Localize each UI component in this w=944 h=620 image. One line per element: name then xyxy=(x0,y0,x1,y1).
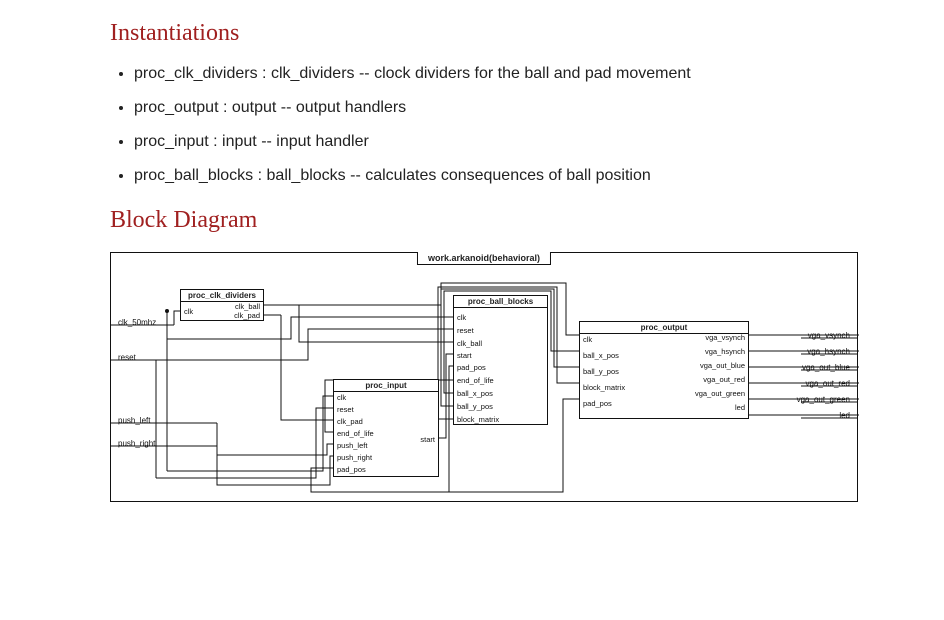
block-title: proc_clk_dividers xyxy=(181,290,263,302)
block-output: proc_output clk ball_x_pos ball_y_pos bl… xyxy=(579,321,749,419)
ext-out-green: vga_out_green xyxy=(797,393,850,404)
ext-in-reset: reset xyxy=(118,351,136,362)
ext-out-red: vga_out_red xyxy=(806,377,850,388)
port-in: end_of_life xyxy=(457,377,494,385)
port-out: vga_out_blue xyxy=(700,362,745,370)
diagram-title: work.arkanoid(behavioral) xyxy=(417,252,551,265)
block-input: proc_input clk reset clk_pad end_of_life… xyxy=(333,379,439,477)
port-in: clk xyxy=(457,314,466,322)
port-out: vga_vsynch xyxy=(705,334,745,342)
port-out: vga_out_red xyxy=(703,376,745,384)
port-in: clk xyxy=(184,308,193,316)
port-in: clk xyxy=(337,394,346,402)
port-in: ball_x_pos xyxy=(457,390,493,398)
block-title: proc_input xyxy=(334,380,438,392)
port-in: clk_ball xyxy=(457,340,482,348)
port-in: block_matrix xyxy=(457,416,499,424)
ext-in-clk50: clk_50mhz xyxy=(118,316,156,327)
list-item: proc_output : output -- output handlers xyxy=(134,99,944,117)
list-item: proc_ball_blocks : ball_blocks -- calcul… xyxy=(134,167,944,185)
port-in: start xyxy=(457,352,472,360)
block-clk-dividers: proc_clk_dividers clk clk_ball clk_pad xyxy=(180,289,264,321)
port-in: clk xyxy=(583,336,592,344)
ext-in-pushleft: push_left xyxy=(118,414,150,425)
port-in: reset xyxy=(337,406,354,414)
heading-instantiations: Instantiations xyxy=(110,20,944,47)
port-in: block_matrix xyxy=(583,384,625,392)
port-out: vga_hsynch xyxy=(705,348,745,356)
block-ball-blocks: proc_ball_blocks clk reset clk_ball star… xyxy=(453,295,548,425)
port-out: start xyxy=(420,436,435,444)
port-in: pad_pos xyxy=(583,400,612,408)
port-in: pad_pos xyxy=(337,466,366,474)
port-out: clk_pad xyxy=(234,312,260,320)
page-root: Instantiations proc_clk_dividers : clk_d… xyxy=(0,0,944,502)
ext-out-hsynch: vga_hsynch xyxy=(807,345,850,356)
ext-in-pushright: push_right xyxy=(118,437,155,448)
instantiations-list: proc_clk_dividers : clk_dividers -- cloc… xyxy=(134,65,944,185)
port-out: led xyxy=(735,404,745,412)
port-in: ball_y_pos xyxy=(583,368,619,376)
port-in: pad_pos xyxy=(457,364,486,372)
port-in: push_right xyxy=(337,454,372,462)
list-item: proc_input : input -- input handler xyxy=(134,133,944,151)
list-item: proc_clk_dividers : clk_dividers -- cloc… xyxy=(134,65,944,83)
ext-out-blue: vga_out_blue xyxy=(802,361,850,372)
port-out: clk_ball xyxy=(235,303,260,311)
port-out: vga_out_green xyxy=(695,390,745,398)
ext-out-vsynch: vga_vsynch xyxy=(808,329,850,340)
port-in: ball_y_pos xyxy=(457,403,493,411)
diagram-outer: work.arkanoid(behavioral) clk_50mhz rese… xyxy=(110,252,858,502)
port-in: reset xyxy=(457,327,474,335)
port-in: clk_pad xyxy=(337,418,363,426)
port-in: end_of_life xyxy=(337,430,374,438)
heading-block-diagram: Block Diagram xyxy=(110,207,944,234)
ext-out-led: led xyxy=(839,409,850,420)
port-in: ball_x_pos xyxy=(583,352,619,360)
block-diagram: work.arkanoid(behavioral) clk_50mhz rese… xyxy=(110,252,858,502)
block-title: proc_ball_blocks xyxy=(454,296,547,308)
port-in: push_left xyxy=(337,442,367,450)
